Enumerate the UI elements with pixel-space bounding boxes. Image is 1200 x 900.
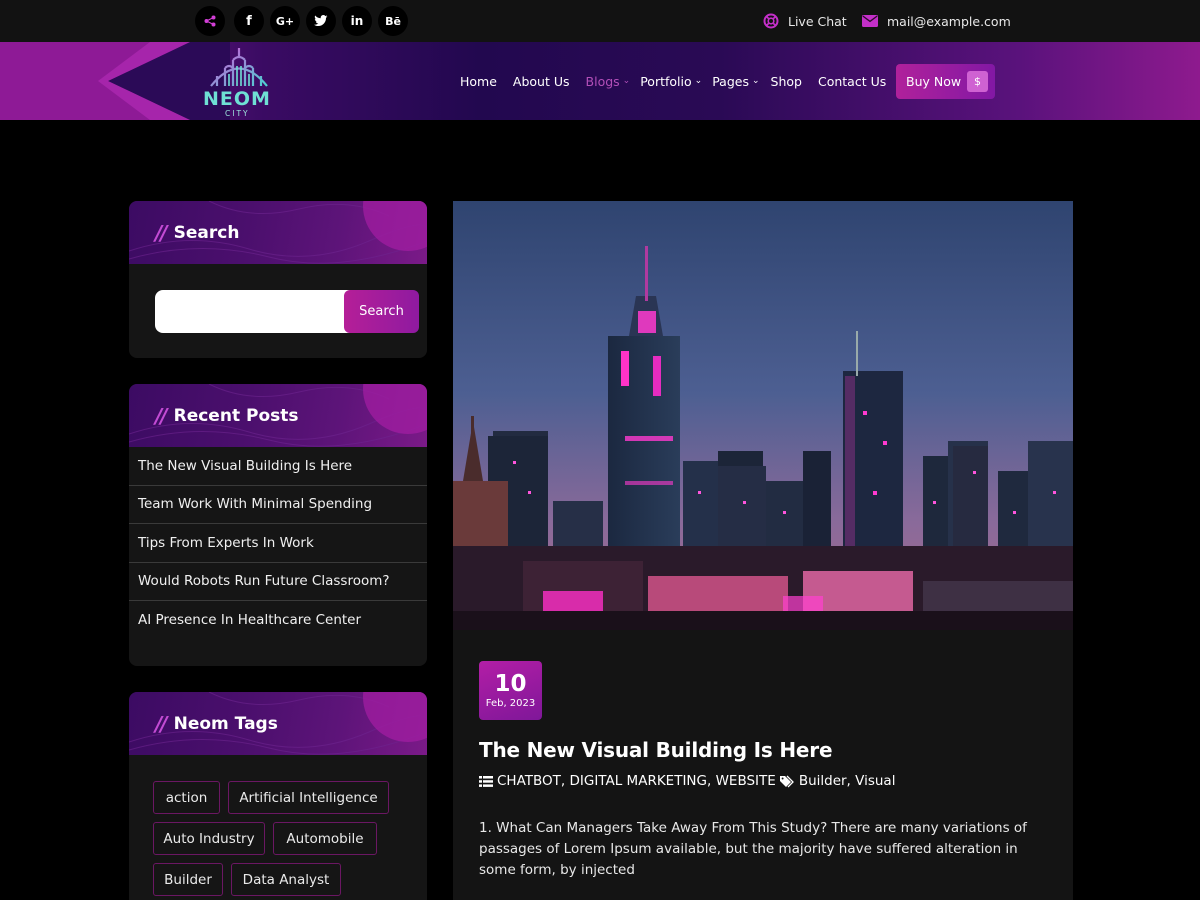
nav-blogs[interactable]: Blogs ⌄ (586, 74, 631, 89)
live-chat-link[interactable]: Live Chat (763, 0, 847, 42)
buy-now-button[interactable]: Buy Now $ (896, 64, 995, 99)
email-label: mail@example.com (887, 13, 1011, 29)
tag-link[interactable]: Auto Industry (153, 822, 265, 855)
search-widget: // Search Search (129, 201, 427, 358)
search-widget-header: // Search (129, 201, 427, 264)
recent-post-link[interactable]: Team Work With Minimal Spending (129, 486, 427, 524)
nav-about-us[interactable]: About Us (513, 74, 570, 89)
search-form: Search (155, 290, 419, 333)
recent-posts-header: // Recent Posts (129, 384, 427, 447)
twitter-icon[interactable] (306, 6, 336, 36)
post-featured-image[interactable] (453, 201, 1073, 630)
top-bar: f G+ in Bē Live Chat mail@example.com (0, 0, 1200, 42)
chevron-down-icon: ⌄ (694, 76, 703, 86)
post-date-month: Feb, 2023 (485, 698, 536, 709)
search-input[interactable] (155, 290, 355, 333)
main-nav: Home About Us Blogs ⌄ Portfolio ⌄ Pages ⌄ S… (460, 42, 886, 120)
search-button[interactable]: Search (344, 290, 419, 333)
live-chat-label: Live Chat (788, 13, 847, 29)
lifebuoy-icon (763, 13, 779, 29)
post-tags[interactable]: Builder, Visual (799, 773, 896, 789)
share-icon[interactable] (195, 6, 225, 36)
facebook-icon[interactable]: f (234, 6, 264, 36)
post-meta: CHATBOT, DIGITAL MARKETING, WEBSITE Buil… (479, 773, 895, 789)
post-date-day: 10 (494, 671, 527, 697)
mail-icon (862, 15, 878, 27)
post-date-badge: 10 Feb, 2023 (479, 661, 542, 720)
list-icon (479, 775, 493, 787)
tags-header: // Neom Tags (129, 692, 427, 755)
recent-post-link[interactable]: Would Robots Run Future Classroom? (129, 563, 427, 601)
nav-contact-us[interactable]: Contact Us (818, 74, 886, 89)
tag-link[interactable]: Builder (153, 863, 223, 896)
chevron-down-icon: ⌄ (622, 76, 631, 86)
tag-link[interactable]: Data Analyst (231, 863, 341, 896)
tag-icon (779, 775, 794, 787)
post-categories[interactable]: CHATBOT, DIGITAL MARKETING, WEBSITE (497, 773, 776, 789)
dollar-icon: $ (967, 71, 988, 92)
post-excerpt: 1. What Can Managers Take Away From This… (479, 820, 1027, 878)
logo-subtitle: CITY (225, 109, 250, 118)
nav-portfolio[interactable]: Portfolio ⌄ (640, 74, 702, 89)
buy-now-label: Buy Now (906, 74, 962, 89)
behance-icon[interactable]: Bē (378, 6, 408, 36)
logo-title: NEOM (203, 88, 271, 110)
tags-widget: // Neom Tags action Artificial Intellige… (129, 692, 427, 900)
recent-post-link[interactable]: Tips From Experts In Work (129, 524, 427, 563)
nav-shop[interactable]: Shop (771, 74, 802, 89)
recent-post-link[interactable]: The New Visual Building Is Here (129, 447, 427, 486)
tag-link[interactable]: Automobile (273, 822, 377, 855)
recent-post-link[interactable]: AI Presence In Healthcare Center (129, 601, 427, 640)
linkedin-icon[interactable]: in (342, 6, 372, 36)
recent-posts-widget: // Recent Posts The New Visual Building … (129, 384, 427, 666)
tag-link[interactable]: action (153, 781, 220, 814)
tag-link[interactable]: Artificial Intelligence (228, 781, 389, 814)
post-title[interactable]: The New Visual Building Is Here (479, 738, 833, 762)
google-plus-icon[interactable]: G+ (270, 6, 300, 36)
email-link[interactable]: mail@example.com (862, 0, 1011, 42)
nav-home[interactable]: Home (460, 74, 497, 89)
chevron-down-icon: ⌄ (751, 76, 760, 86)
site-header: NEOM CITY Home About Us Blogs ⌄ Portfolio… (0, 42, 1200, 120)
nav-pages[interactable]: Pages ⌄ (712, 74, 759, 89)
recent-posts-list: The New Visual Building Is Here Team Wor… (129, 447, 427, 640)
